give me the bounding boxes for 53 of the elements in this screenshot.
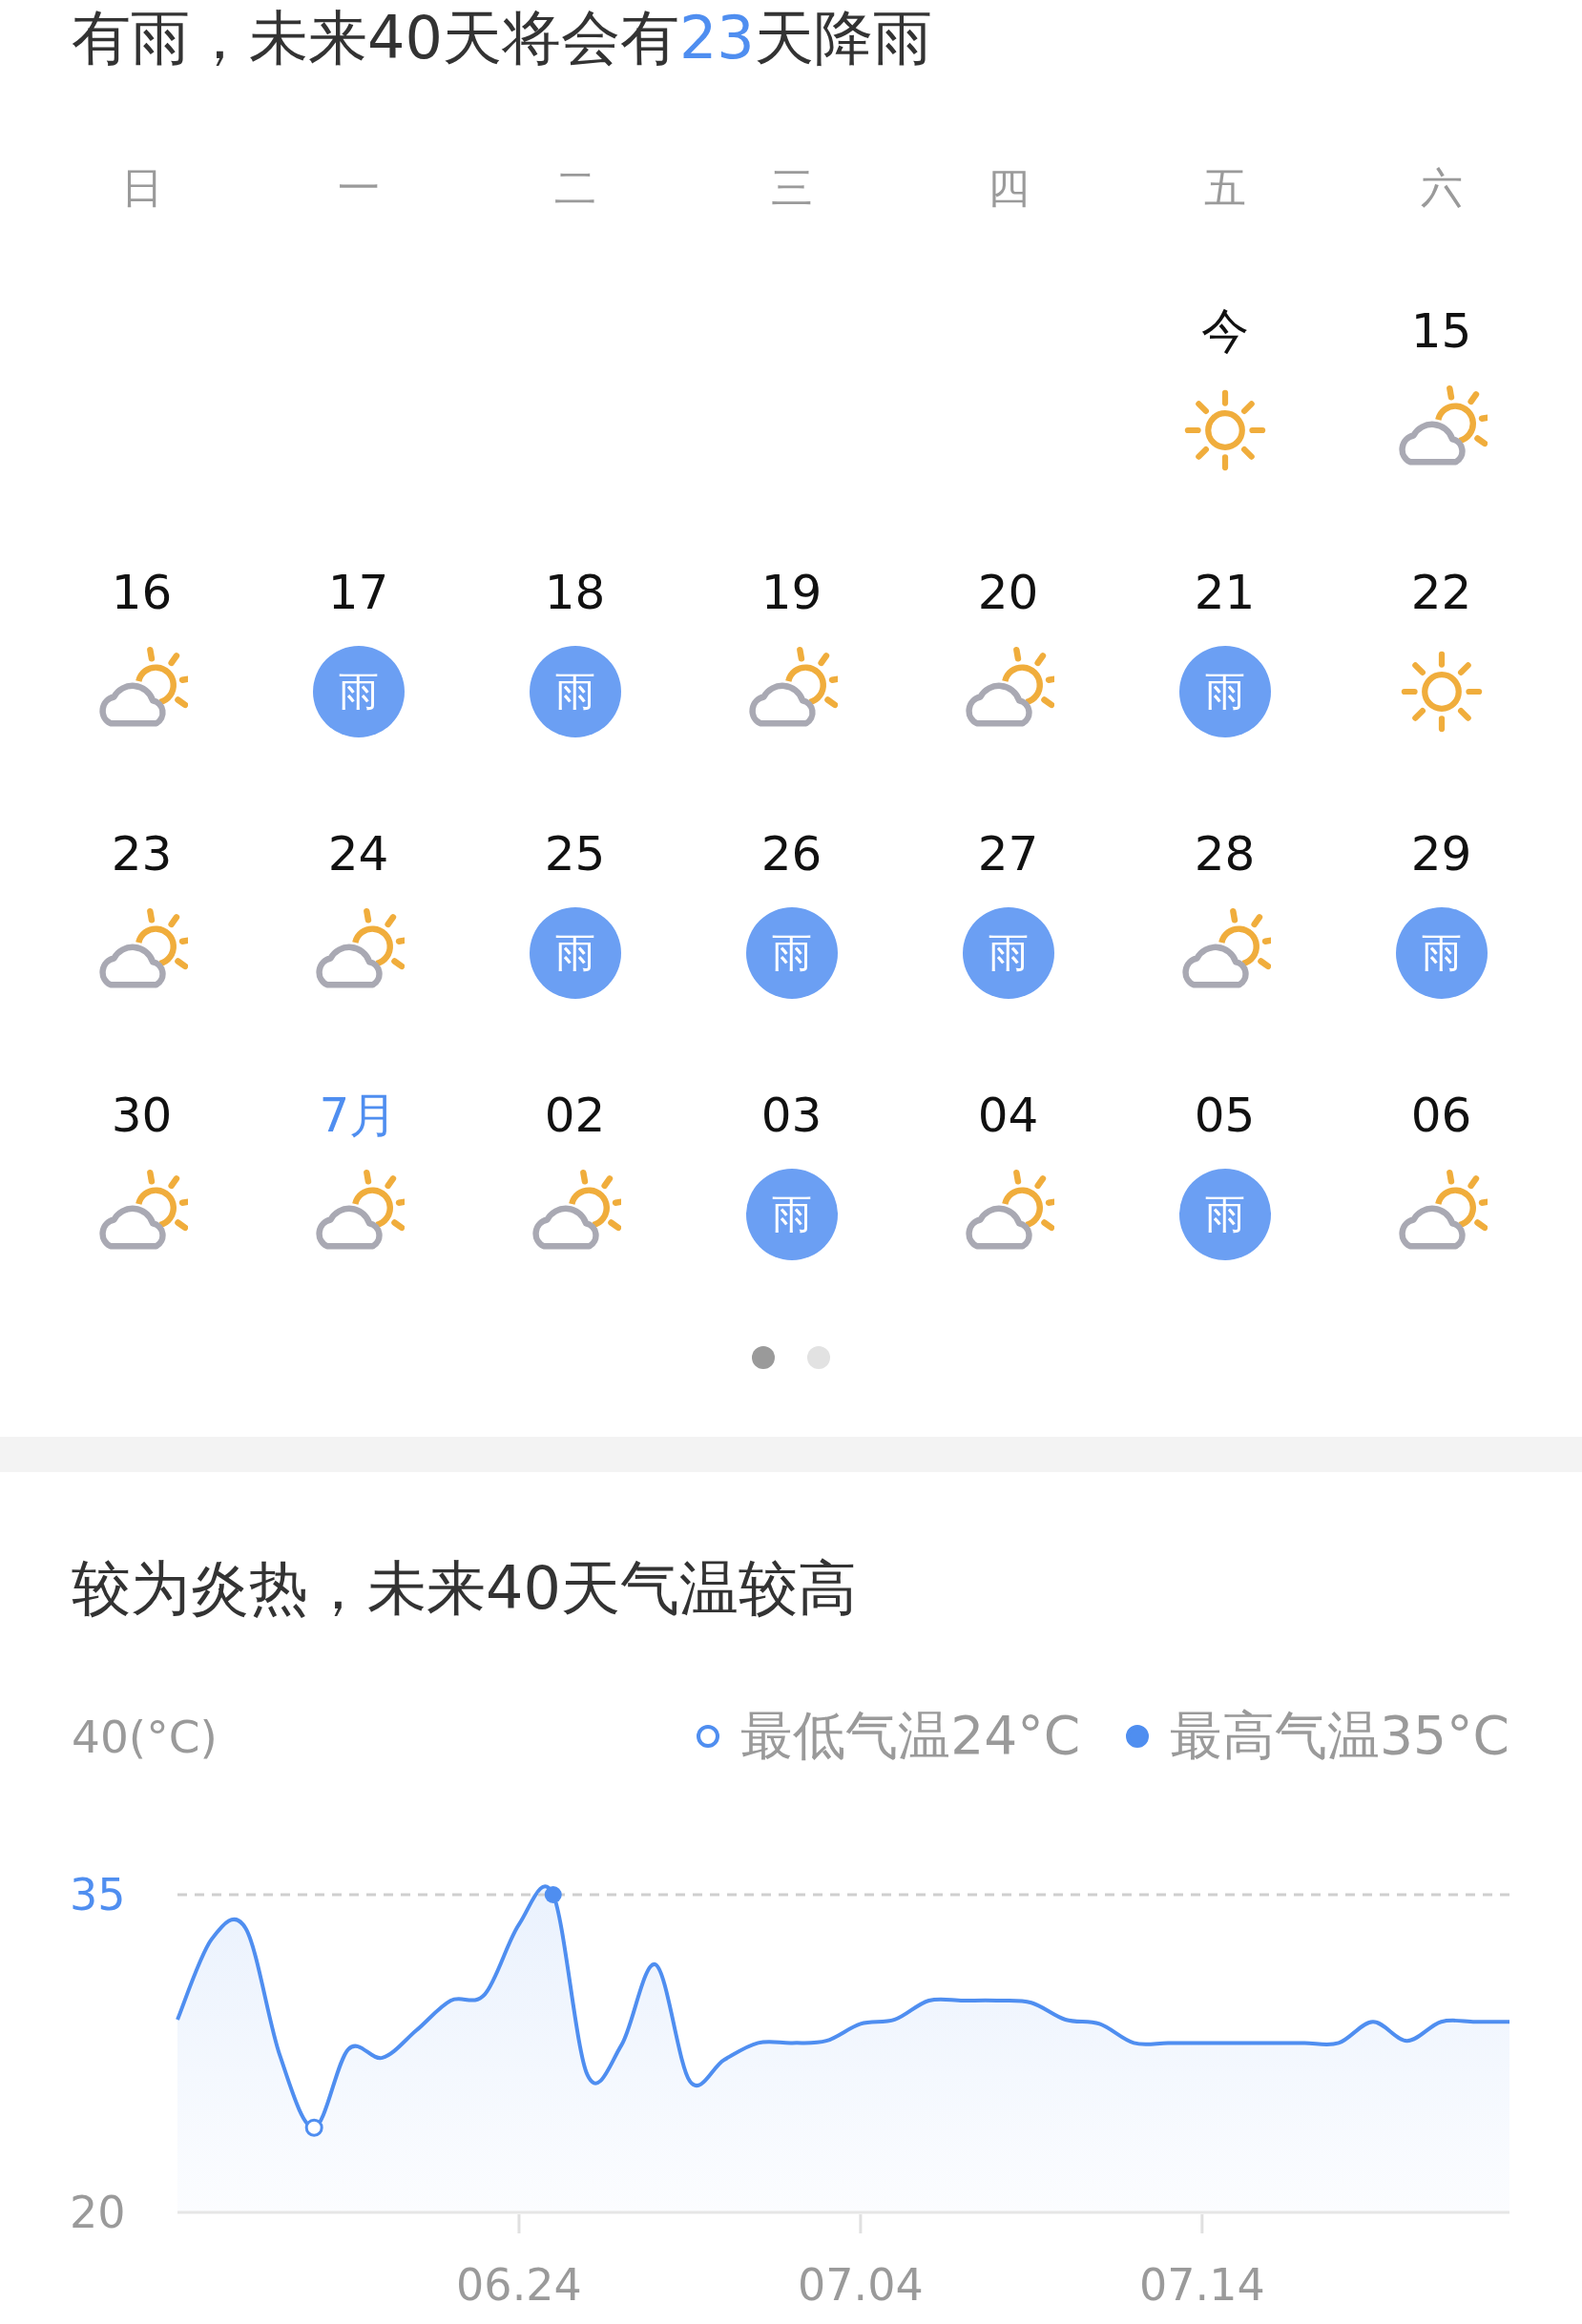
date-label: 28 <box>1194 825 1256 882</box>
date-label: 04 <box>977 1087 1039 1144</box>
weekday-label: 日 <box>120 162 163 214</box>
rain-summary-title: 有雨，未来40天将会有23天降雨 <box>71 10 933 67</box>
date-label: 06 <box>1410 1087 1472 1144</box>
rain-badge: 雨 <box>529 907 621 999</box>
rain-badge: 雨 <box>962 907 1054 999</box>
y-axis-label: 35 <box>70 1869 126 1920</box>
rain-badge: 雨 <box>1178 1169 1271 1260</box>
legend-label: 最低气温24°C <box>740 1704 1081 1768</box>
rain-badge: 雨 <box>745 907 838 999</box>
date-label: 27 <box>977 825 1039 882</box>
weekday-label: 六 <box>1420 162 1463 214</box>
weekday-label: 二 <box>553 162 596 214</box>
x-axis-label: 07.14 <box>1139 2259 1265 2311</box>
date-label: 23 <box>111 825 173 882</box>
rain-badge: 雨 <box>312 646 405 737</box>
date-label: 16 <box>111 564 173 621</box>
rain-badge: 雨 <box>529 646 621 737</box>
date-label: 19 <box>760 564 822 621</box>
weekday-label: 四 <box>987 162 1030 214</box>
date-label: 22 <box>1410 564 1472 621</box>
date-label: 30 <box>111 1087 173 1144</box>
max-point-marker <box>544 1886 562 1903</box>
weekday-label: 五 <box>1203 162 1246 214</box>
weekday-label: 三 <box>770 162 813 214</box>
date-label: 20 <box>977 564 1039 621</box>
date-label: 24 <box>327 825 389 882</box>
page-indicator-dot[interactable] <box>807 1346 830 1369</box>
date-label: 26 <box>760 825 822 882</box>
y-axis-title: 40(°C) <box>72 1710 218 1763</box>
temperature-summary-title: 较为炎热，未来40天气温较高 <box>71 1560 858 1617</box>
date-label: 25 <box>544 825 606 882</box>
legend-label: 最高气温35°C <box>1170 1704 1509 1768</box>
date-label: 7月 <box>319 1087 398 1144</box>
date-label: 17 <box>327 564 389 621</box>
date-label: 29 <box>1410 825 1472 882</box>
x-axis-label: 06.24 <box>456 2259 582 2311</box>
page-indicator-dot[interactable] <box>752 1346 775 1369</box>
date-label: 21 <box>1194 564 1256 621</box>
date-label: 18 <box>544 564 606 621</box>
date-label: 05 <box>1194 1087 1256 1144</box>
y-axis-label: 20 <box>70 2187 126 2238</box>
date-label: 02 <box>544 1087 606 1144</box>
rain-badge: 雨 <box>745 1169 838 1260</box>
date-label: 03 <box>760 1087 822 1144</box>
x-axis-label: 07.04 <box>798 2259 924 2311</box>
date-label: 15 <box>1410 302 1472 360</box>
date-label: 今 <box>1200 302 1249 360</box>
rain-badge: 雨 <box>1395 907 1488 999</box>
rain-badge: 雨 <box>1178 646 1271 737</box>
weekday-label: 一 <box>337 162 380 214</box>
min-point-marker <box>304 2118 323 2137</box>
